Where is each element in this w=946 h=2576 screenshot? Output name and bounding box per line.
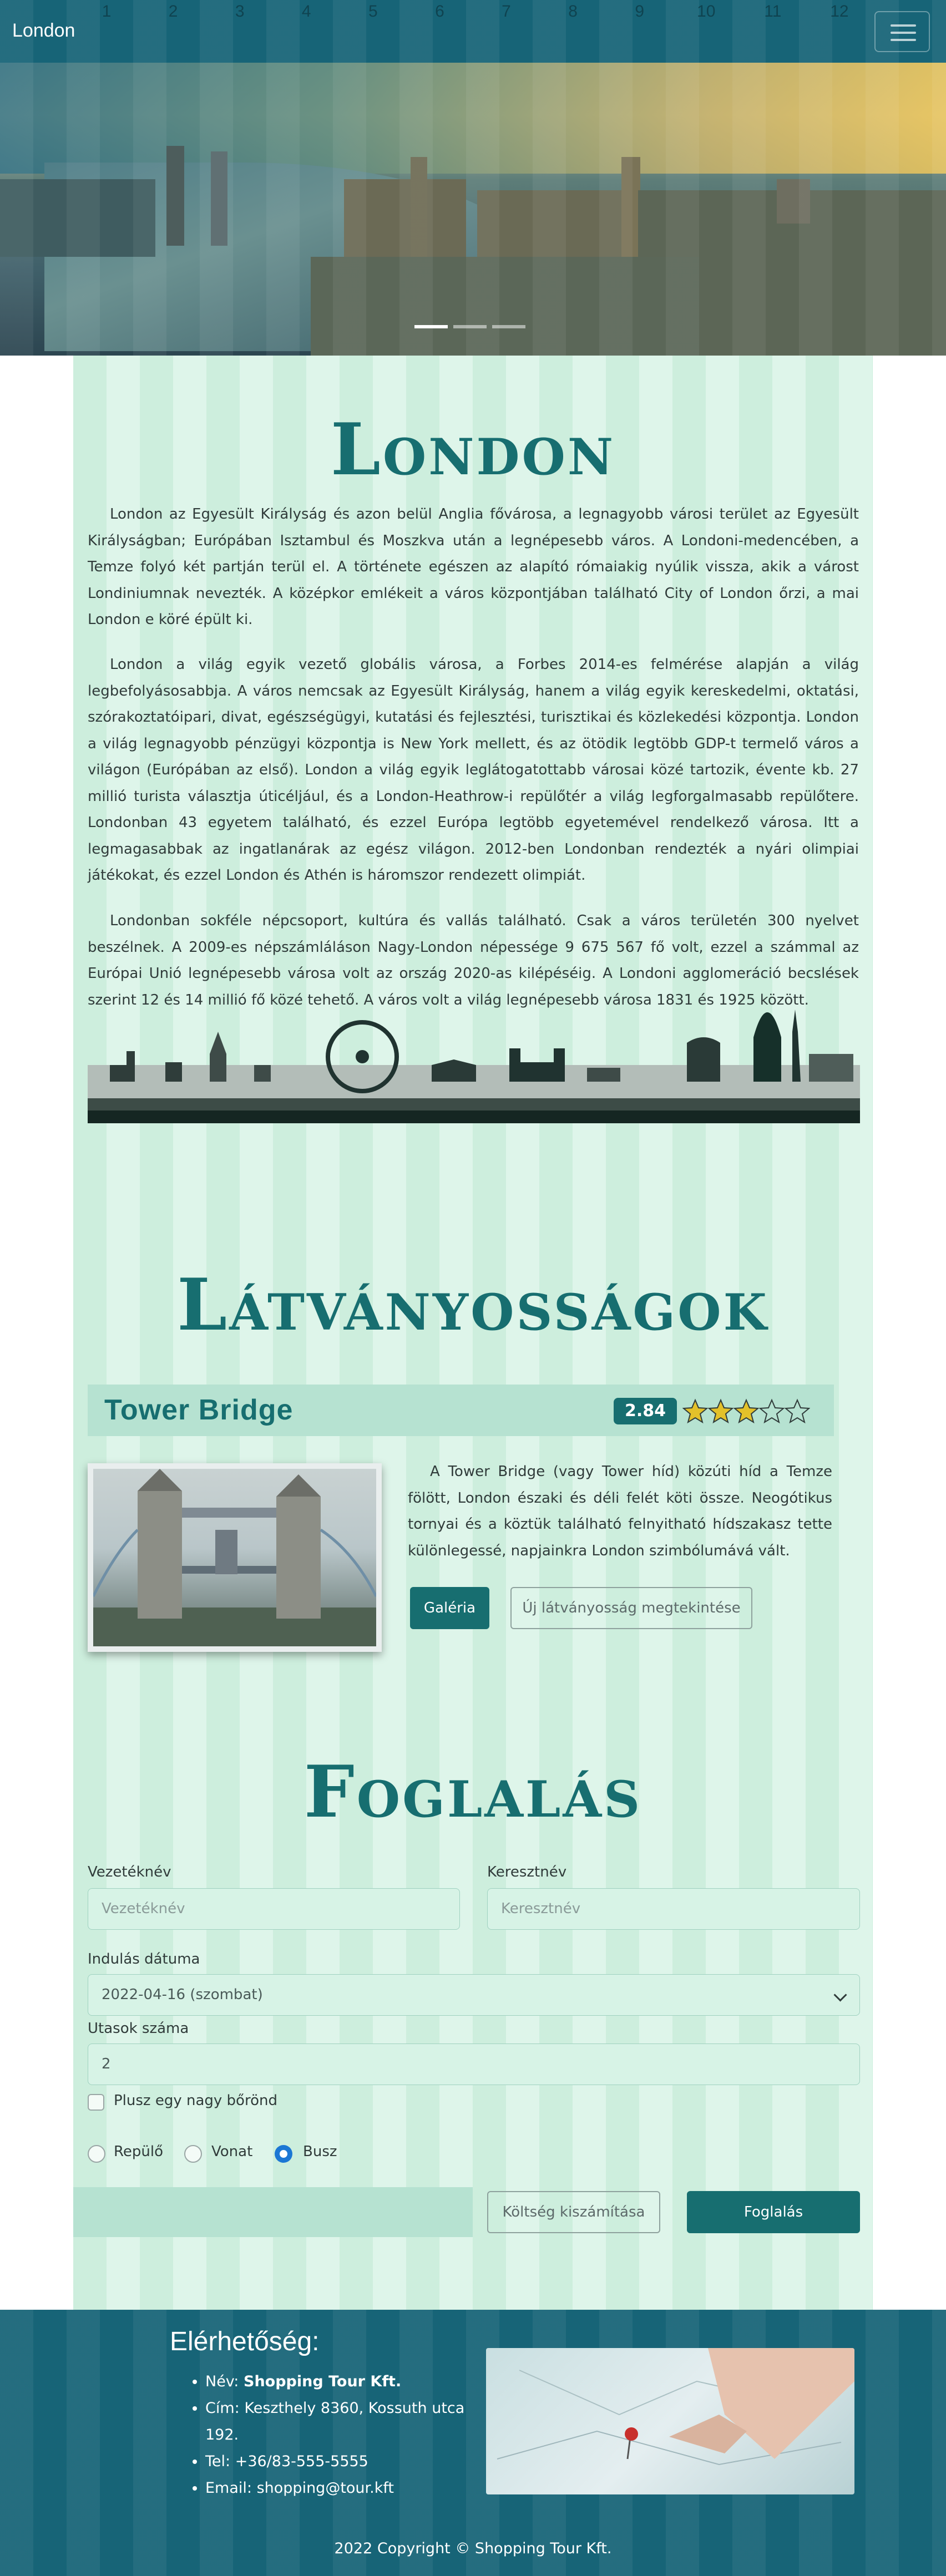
- booking-title: Foglalás: [303, 1751, 643, 1834]
- star-empty-icon: [759, 1398, 785, 1424]
- new-sight-button[interactable]: Új látványosság megtekintése: [510, 1587, 752, 1629]
- column-number: 7: [502, 2, 511, 21]
- carousel-indicator-2[interactable]: [453, 325, 487, 328]
- column-number: 3: [235, 2, 245, 21]
- sight-name: Tower Bridge: [104, 1394, 294, 1426]
- submit-booking-button[interactable]: Foglalás: [687, 2191, 860, 2233]
- carousel-indicators: [414, 325, 525, 328]
- column-number: 5: [368, 2, 378, 21]
- map-pin-image: [497, 2348, 854, 2466]
- extra-luggage-label: Plusz egy nagy bőrönd: [114, 2092, 277, 2109]
- footer: Elérhetőség: Név: Shopping Tour Kft. Cím…: [0, 2310, 946, 2576]
- column-number: 9: [635, 2, 644, 21]
- contact-email[interactable]: Email: shopping@tour.kft: [205, 2475, 488, 2502]
- transport-radio-train[interactable]: [184, 2145, 202, 2163]
- navbar-toggler-button[interactable]: [874, 11, 930, 52]
- carousel-indicator-3[interactable]: [492, 325, 525, 328]
- navbar-brand[interactable]: London: [12, 20, 75, 42]
- column-number: 12: [830, 2, 849, 21]
- tower-bridge-image: [93, 1469, 376, 1646]
- last-name-label: Vezetéknév: [88, 1864, 171, 1880]
- tower-bridge-photo: [88, 1463, 382, 1652]
- column-number: 2: [168, 2, 178, 21]
- transport-label-bus: Busz: [303, 2143, 337, 2160]
- column-number: 4: [301, 2, 311, 21]
- rating-stars: [682, 1395, 810, 1428]
- star-icon: [708, 1398, 733, 1424]
- contact-name: Név: Shopping Tour Kft.: [205, 2369, 488, 2395]
- transport-label-train: Vonat: [211, 2143, 253, 2160]
- chevron-down-icon: [833, 1988, 847, 2002]
- star-icon: [682, 1398, 708, 1424]
- transport-label-plane: Repülő: [114, 2143, 164, 2160]
- hero-carousel[interactable]: [0, 63, 946, 356]
- carousel-indicator-1[interactable]: [414, 325, 448, 328]
- last-name-field[interactable]: Vezetéknév: [88, 1888, 460, 1930]
- gallery-button[interactable]: Galéria: [410, 1587, 489, 1629]
- grid-column-numbers: 1 2 3 4 5 6 7 8 9 10 11 12: [73, 2, 873, 24]
- transport-radio-plane[interactable]: [88, 2145, 105, 2163]
- departure-date-select[interactable]: 2022-04-16 (szombat): [88, 1974, 860, 2016]
- contact-phone: Tel: +36/83-555-5555: [205, 2448, 488, 2475]
- intro-paragraph-3: Londonban sokféle népcsoport, kultúra és…: [88, 912, 859, 1008]
- navbar: 1 2 3 4 5 6 7 8 9 10 11 12 London: [0, 0, 946, 63]
- departure-date-label: Indulás dátuma: [88, 1951, 200, 1968]
- contact-name-label: Név:: [205, 2373, 244, 2390]
- column-number: 10: [697, 2, 716, 21]
- hero-grid-overlay: [0, 63, 946, 356]
- contact-address: Cím: Keszthely 8360, Kossuth utca 192.: [205, 2395, 488, 2448]
- intro-paragraph-2: London a világ egyik vezető globális vár…: [88, 656, 859, 884]
- star-empty-icon: [785, 1398, 810, 1424]
- first-name-field[interactable]: Keresztnév: [487, 1888, 860, 1930]
- first-name-label: Keresztnév: [487, 1864, 567, 1880]
- sight-header: Tower Bridge 2.84: [88, 1385, 834, 1436]
- extra-luggage-checkbox[interactable]: [88, 2094, 104, 2111]
- contact-title: Elérhetőség:: [170, 2327, 320, 2356]
- rating-badge: 2.84: [614, 1398, 677, 1424]
- column-number: 1: [102, 2, 112, 21]
- transport-radio-bus[interactable]: [275, 2145, 292, 2163]
- cost-result-area: [73, 2187, 473, 2237]
- contact-name-value: Shopping Tour Kft.: [244, 2373, 402, 2390]
- copyright-text: 2022 Copyright © Shopping Tour Kft.: [334, 2540, 612, 2557]
- london-skyline-image: [88, 1010, 860, 1123]
- sights-title: Látványosságok: [177, 1264, 769, 1347]
- column-number: 8: [568, 2, 578, 21]
- departure-date-value: 2022-04-16 (szombat): [102, 1986, 263, 2003]
- passengers-field[interactable]: 2: [88, 2043, 860, 2085]
- star-icon: [733, 1398, 759, 1424]
- intro-paragraph-1: London az Egyesült Királyság és azon bel…: [88, 506, 859, 628]
- calculate-cost-button[interactable]: Költség kiszámítása: [487, 2191, 660, 2233]
- column-number: 6: [435, 2, 444, 21]
- sight-description: A Tower Bridge (vagy Tower híd) közúti h…: [408, 1463, 832, 1559]
- column-number: 11: [764, 2, 782, 21]
- intro-title: London: [330, 408, 616, 491]
- passengers-label: Utasok száma: [88, 2020, 189, 2037]
- contact-list: Név: Shopping Tour Kft. Cím: Keszthely 8…: [186, 2369, 488, 2502]
- map-pin-photo: [486, 2348, 854, 2494]
